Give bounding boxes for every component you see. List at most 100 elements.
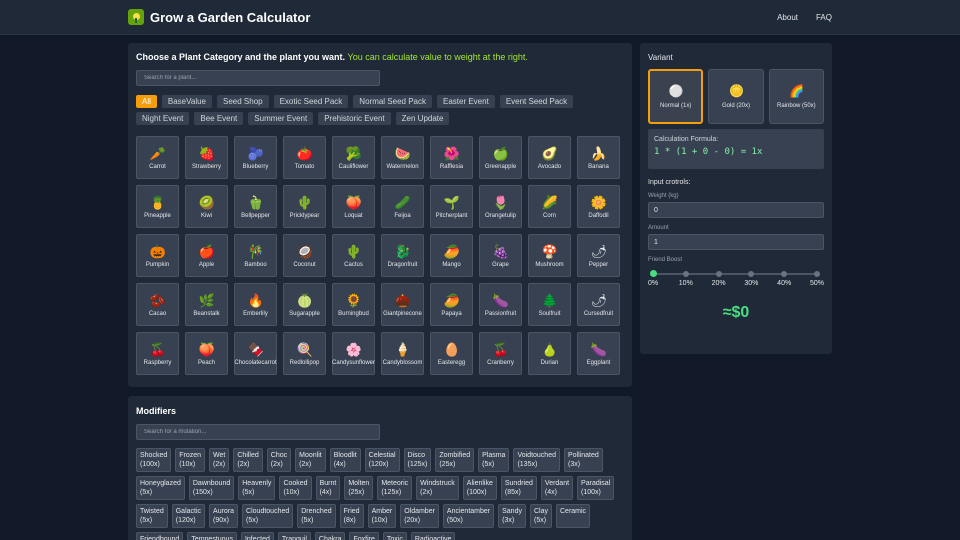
modifier-chip[interactable]: Dawnbound (150x)	[188, 476, 235, 500]
plant-tile[interactable]: 🌽 Corn	[528, 185, 571, 228]
slider-step-dot[interactable]	[748, 271, 755, 277]
modifier-chip[interactable]: Aurora (90x)	[209, 504, 239, 528]
plant-tile[interactable]: 🌿 Beanstalk	[185, 283, 228, 326]
modifier-chip[interactable]: Chakra	[314, 532, 346, 540]
category-chip[interactable]: Event Seed Pack	[499, 95, 574, 108]
plant-tile[interactable]: 🍒 Cranberry	[479, 332, 522, 375]
modifier-chip[interactable]: Twisted (5x)	[136, 504, 168, 528]
plant-tile[interactable]: 🌶 Pepper	[577, 234, 620, 277]
plant-tile[interactable]: 🫐 Blueberry	[234, 136, 277, 179]
modifier-chip[interactable]: Honeyglazed (5x)	[136, 476, 185, 500]
modifier-chip[interactable]: Meteoric (125x)	[377, 476, 413, 500]
plant-tile[interactable]: 🎋 Bamboo	[234, 234, 277, 277]
plant-tile[interactable]: 🥝 Kiwi	[185, 185, 228, 228]
plant-tile[interactable]: 🥭 Mango	[430, 234, 473, 277]
modifier-chip[interactable]: Toxic	[382, 532, 407, 540]
plant-tile[interactable]: 🫑 Bellpepper	[234, 185, 277, 228]
plant-tile[interactable]: 🌶 Cursedfruit	[577, 283, 620, 326]
variant-option[interactable]: 🌈 Rainbow (50x)	[768, 69, 824, 124]
modifier-chip[interactable]: Sandy (3x)	[498, 504, 526, 528]
plant-tile[interactable]: 🍓 Strawberry	[185, 136, 228, 179]
plant-tile[interactable]: 🌰 Giantpinecone	[381, 283, 424, 326]
modifier-chip[interactable]: Clay (5x)	[529, 504, 552, 528]
slider-step-dot[interactable]	[649, 270, 657, 277]
category-chip[interactable]: BaseValue	[161, 95, 212, 108]
category-chip[interactable]: Exotic Seed Pack	[273, 95, 349, 108]
plant-tile[interactable]: 🌱 Pitcherplant	[430, 185, 473, 228]
plant-tile[interactable]: 🌷 Orangetulip	[479, 185, 522, 228]
plant-tile[interactable]: 🌻 Burningbud	[332, 283, 375, 326]
nav-faq-link[interactable]: FAQ	[816, 13, 832, 22]
plant-tile[interactable]: 🍉 Watermelon	[381, 136, 424, 179]
category-chip[interactable]: Normal Seed Pack	[353, 95, 432, 108]
variant-option[interactable]: ⚪ Normal (1x)	[648, 69, 704, 124]
category-chip[interactable]: Seed Shop	[217, 95, 269, 108]
plant-tile[interactable]: 🍑 Peach	[185, 332, 228, 375]
modifier-chip[interactable]: Bloodlit (4x)	[329, 448, 361, 472]
modifier-chip[interactable]: Zombified (25x)	[435, 448, 475, 472]
modifier-chip[interactable]: Tranquil	[277, 532, 311, 540]
plant-tile[interactable]: 🍆 Passionfruit	[479, 283, 522, 326]
plant-search-input[interactable]	[136, 70, 380, 86]
plant-tile[interactable]: 🍅 Tomato	[283, 136, 326, 179]
plant-tile[interactable]: 🍒 Raspberry	[136, 332, 179, 375]
modifier-chip[interactable]: Tempestuous	[187, 532, 237, 540]
plant-tile[interactable]: 🍍 Pineapple	[136, 185, 179, 228]
plant-tile[interactable]: 🥕 Carrot	[136, 136, 179, 179]
modifier-chip[interactable]: Cooked (10x)	[279, 476, 312, 500]
modifier-chip[interactable]: Sundried (85x)	[500, 476, 537, 500]
plant-tile[interactable]: 🍆 Eggplant	[577, 332, 620, 375]
modifier-chip[interactable]: Fried (8x)	[339, 504, 364, 528]
modifier-chip[interactable]: Windstruck (2x)	[416, 476, 459, 500]
slider-step-dot[interactable]	[682, 271, 689, 277]
plant-tile[interactable]: 🍫 Chocolatecarrot	[234, 332, 277, 375]
variant-option[interactable]: 🪙 Gold (20x)	[708, 69, 764, 124]
modifier-chip[interactable]: Shocked (100x)	[136, 448, 172, 472]
plant-tile[interactable]: 🎃 Pumpkin	[136, 234, 179, 277]
plant-tile[interactable]: 🥦 Cauliflower	[332, 136, 375, 179]
category-chip[interactable]: Summer Event	[248, 112, 314, 125]
modifier-chip[interactable]: Radioactive	[410, 532, 456, 540]
modifier-chip[interactable]: Ancientamber (50x)	[442, 504, 495, 528]
plant-tile[interactable]: 🌵 Cactus	[332, 234, 375, 277]
modifier-chip[interactable]: Celestial (120x)	[364, 448, 400, 472]
amount-input[interactable]	[648, 234, 824, 250]
slider-step-dot[interactable]	[781, 271, 788, 277]
plant-tile[interactable]: 🌲 Soulfruit	[528, 283, 571, 326]
modifier-chip[interactable]: Foxfire	[349, 532, 379, 540]
mutation-search-input[interactable]	[136, 424, 380, 440]
slider-step-dot[interactable]	[814, 271, 820, 277]
weight-input[interactable]	[648, 202, 824, 218]
modifier-chip[interactable]: Burnt (4x)	[315, 476, 341, 500]
friend-boost-slider[interactable]	[649, 268, 820, 280]
plant-tile[interactable]: 🍄 Mushroom	[528, 234, 571, 277]
plant-tile[interactable]: 🍈 Sugarapple	[283, 283, 326, 326]
plant-tile[interactable]: 🌸 Candysunflower	[332, 332, 375, 375]
slider-step-dot[interactable]	[715, 271, 722, 277]
category-chip[interactable]: Prehistoric Event	[318, 112, 391, 125]
plant-tile[interactable]: 🫘 Cacao	[136, 283, 179, 326]
modifier-chip[interactable]: Galactic (120x)	[171, 504, 206, 528]
plant-tile[interactable]: 🌼 Daffodil	[577, 185, 620, 228]
plant-tile[interactable]: 🍌 Banana	[577, 136, 620, 179]
plant-tile[interactable]: 🍇 Grape	[479, 234, 522, 277]
brand[interactable]: Grow a Garden Calculator	[128, 9, 310, 25]
modifier-chip[interactable]: Alienlike (100x)	[462, 476, 497, 500]
plant-tile[interactable]: 🌺 Rafflesia	[430, 136, 473, 179]
plant-tile[interactable]: 🥑 Avocado	[528, 136, 571, 179]
plant-tile[interactable]: 🍦 Candyblossom	[381, 332, 424, 375]
modifier-chip[interactable]: Pollinated (3x)	[564, 448, 603, 472]
plant-tile[interactable]: 🔥 Emberlily	[234, 283, 277, 326]
plant-tile[interactable]: 🐉 Dragonfruit	[381, 234, 424, 277]
plant-tile[interactable]: 🥒 Feijoa	[381, 185, 424, 228]
plant-tile[interactable]: 🥥 Coconut	[283, 234, 326, 277]
category-chip[interactable]: Easter Event	[437, 95, 495, 108]
plant-tile[interactable]: 🍎 Apple	[185, 234, 228, 277]
modifier-chip[interactable]: Choc (2x)	[266, 448, 292, 472]
modifier-chip[interactable]: Infected	[240, 532, 274, 540]
plant-tile[interactable]: 🍑 Loquat	[332, 185, 375, 228]
modifier-chip[interactable]: Oldamber (20x)	[400, 504, 439, 528]
plant-tile[interactable]: 🍐 Durian	[528, 332, 571, 375]
plant-tile[interactable]: 🌵 Pricklypear	[283, 185, 326, 228]
modifier-chip[interactable]: Ceramic	[556, 504, 591, 528]
